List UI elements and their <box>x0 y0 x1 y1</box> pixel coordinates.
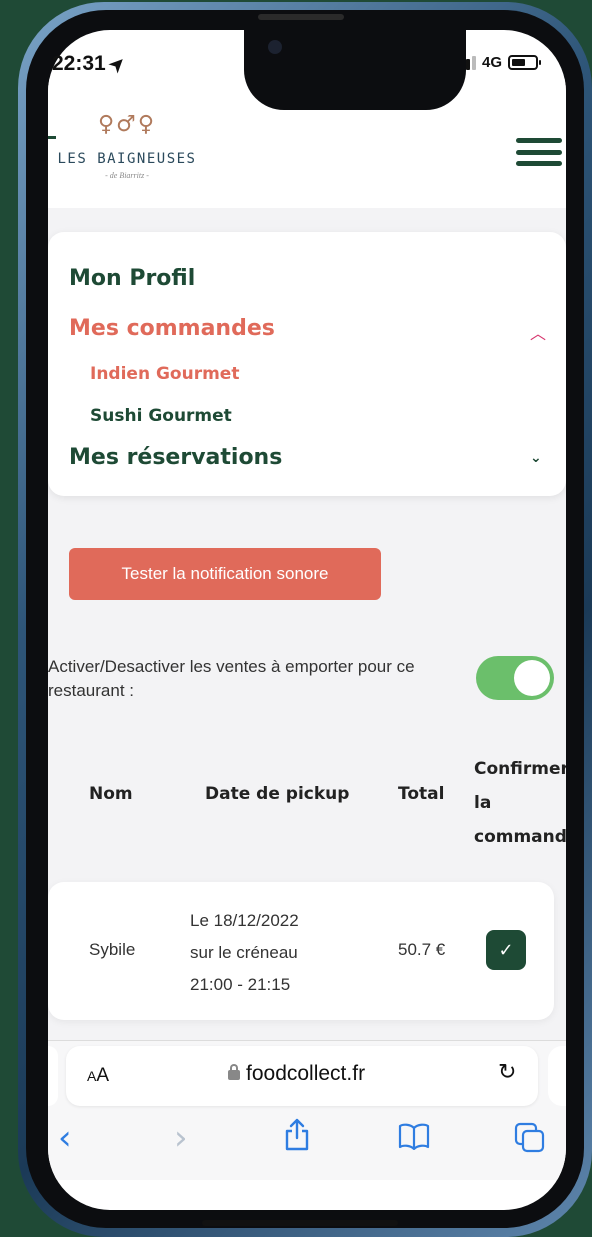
url-text[interactable]: foodcollect.fr <box>246 1062 365 1086</box>
reload-icon[interactable]: ↻ <box>498 1060 516 1085</box>
confirm-header-line: Confirmer <box>474 759 566 779</box>
confirm-header-line: la <box>474 793 492 813</box>
back-icon[interactable]: ‹ <box>58 1118 72 1158</box>
status-indicators: 4G <box>454 54 542 71</box>
menu-item-mes-reservations[interactable]: Mes réservations <box>69 445 282 470</box>
date-line: Le 18/12/2022 <box>190 911 299 930</box>
battery-icon <box>508 55 542 70</box>
share-icon[interactable] <box>284 1118 310 1156</box>
column-header-date: Date de pickup <box>205 784 350 804</box>
chevron-up-icon[interactable]: ︿ <box>530 320 546 344</box>
confirm-header-line: commande <box>474 827 566 847</box>
date-line: 21:00 - 21:15 <box>190 975 291 994</box>
row-total: 50.7 € <box>398 940 446 959</box>
column-header-nom: Nom <box>89 784 133 804</box>
submenu-item-sushi-gourmet[interactable]: Sushi Gourmet <box>90 406 232 426</box>
tabs-icon[interactable] <box>514 1122 546 1158</box>
row-nom: Sybile <box>89 940 136 959</box>
date-line: sur le créneau <box>190 943 298 962</box>
chevron-down-icon[interactable]: ⌄ <box>530 450 542 466</box>
confirm-checkbox[interactable]: ✓ <box>486 930 526 970</box>
status-time: 22:31➤ <box>52 52 129 77</box>
column-header-total: Total <box>398 784 445 804</box>
menu-item-mes-commandes[interactable]: Mes commandes <box>69 316 275 341</box>
test-notification-button[interactable]: Tester la notification sonore <box>69 548 381 600</box>
hamburger-menu-icon[interactable] <box>516 138 562 166</box>
next-tab-stub[interactable] <box>548 1046 566 1106</box>
takeaway-toggle-label: Activer/Desactiver les ventes à emporter… <box>48 657 415 700</box>
speaker-grille <box>258 14 344 20</box>
restaurant-logo[interactable]: ♀♂♀ LES BAIGNEUSES - de Biarritz - <box>56 108 198 204</box>
logo-name: LES BAIGNEUSES <box>57 151 197 167</box>
previous-tab-stub[interactable] <box>48 1046 58 1106</box>
logo-subtitle: - de Biarritz - <box>105 171 149 180</box>
submenu-item-indien-gourmet[interactable]: Indien Gourmet <box>90 364 239 384</box>
front-camera <box>268 40 282 54</box>
lock-icon <box>228 1064 240 1080</box>
network-label: 4G <box>482 54 503 71</box>
checkmark-icon: ✓ <box>498 939 514 961</box>
takeaway-toggle[interactable] <box>476 656 554 700</box>
row-date: Le 18/12/2022 sur le créneau 21:00 - 21:… <box>190 905 299 1001</box>
toggle-knob <box>514 660 550 696</box>
header-mark <box>48 136 56 139</box>
notch <box>244 30 466 110</box>
bookmarks-icon[interactable] <box>398 1122 430 1154</box>
forward-icon[interactable]: › <box>174 1118 188 1158</box>
screen-viewport: ♀♂♀ LES BAIGNEUSES - de Biarritz - Mon P… <box>48 30 566 1210</box>
logo-figures-icon: ♀♂♀ <box>98 112 156 137</box>
menu-item-mon-profil[interactable]: Mon Profil <box>69 266 195 291</box>
column-header-confirm: Confirmer la commande <box>474 752 566 854</box>
time-text: 22:31 <box>52 52 106 75</box>
home-indicator[interactable] <box>202 1220 398 1226</box>
text-size-button[interactable]: AA <box>87 1065 109 1087</box>
